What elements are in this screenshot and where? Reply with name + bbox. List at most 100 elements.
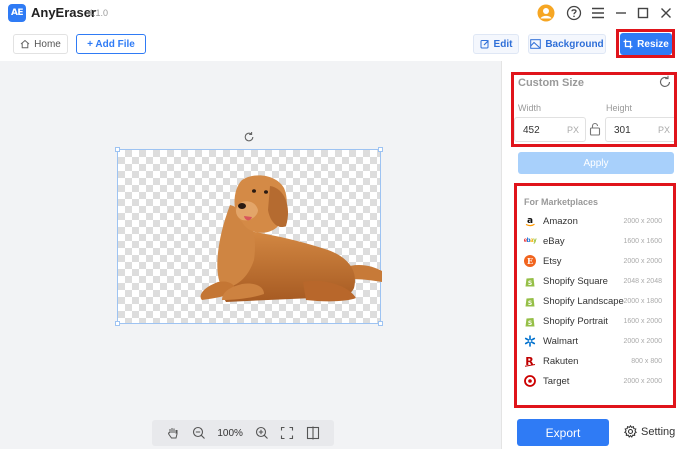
lock-icon[interactable] (589, 122, 601, 136)
marketplace-name: Rakuten (543, 355, 579, 367)
marketplace-name: Shopify Square (543, 275, 608, 287)
marketplace-item-shopify-square[interactable]: S Shopify Square 2048 x 2048 (524, 271, 662, 291)
resize-button-label: Resize (637, 38, 669, 50)
marketplace-size: 2000 x 2000 (623, 337, 662, 345)
ebay-icon: ebay (523, 238, 537, 244)
marketplace-item-etsy[interactable]: E Etsy 2000 x 2000 (524, 251, 662, 271)
walmart-icon (524, 335, 536, 347)
zoom-in-icon[interactable] (255, 426, 269, 440)
resize-panel: Custom Size Width Height 452 PX 301 PX A… (501, 61, 680, 449)
menu-icon[interactable] (589, 4, 607, 22)
target-icon (524, 375, 536, 387)
zoom-out-icon[interactable] (192, 426, 206, 440)
marketplace-item-shopify-portrait[interactable]: S Shopify Portrait 1600 x 2000 (524, 311, 662, 331)
marketplaces-title: For Marketplaces (524, 197, 599, 207)
marketplace-name: Target (543, 375, 570, 387)
marketplace-size: 1600 x 1600 (623, 237, 662, 245)
home-icon (20, 39, 30, 49)
edit-icon (480, 40, 489, 49)
marketplace-name: Shopify Landscape (543, 295, 624, 307)
export-button[interactable]: Export (517, 419, 609, 446)
reset-icon[interactable] (658, 75, 672, 89)
height-value: 301 (614, 125, 631, 136)
marketplace-name: Walmart (543, 335, 579, 347)
canvas-area (0, 61, 501, 411)
close-icon[interactable] (657, 4, 675, 22)
edit-button[interactable]: Edit (473, 34, 519, 54)
width-input[interactable]: 452 PX (514, 117, 586, 142)
custom-size-title: Custom Size (518, 77, 585, 89)
amazon-icon: a (524, 215, 536, 227)
height-label: Height (606, 103, 633, 113)
marketplaces-list: For Marketplaces a Amazon 2000 x 2000 eb… (514, 183, 676, 409)
setting-label: Setting (641, 425, 676, 438)
gear-icon (624, 425, 637, 438)
svg-text:a: a (527, 216, 533, 226)
background-icon (530, 39, 542, 49)
marketplace-item-target[interactable]: Target 2000 x 2000 (524, 371, 662, 391)
marketplace-size: 2000 x 2000 (623, 257, 662, 265)
apply-button[interactable]: Apply (518, 152, 674, 174)
marketplace-size: 2048 x 2048 (623, 277, 662, 285)
add-file-button[interactable]: + Add File (76, 34, 146, 54)
home-button-label: Home (34, 38, 61, 50)
svg-text:S: S (528, 320, 532, 327)
marketplace-name: Shopify Portrait (543, 315, 608, 327)
marketplace-name: Etsy (543, 255, 562, 267)
marketplace-name: Amazon (543, 215, 578, 227)
zoom-controls: 100% (152, 420, 334, 446)
compare-icon[interactable] (306, 426, 320, 440)
help-icon[interactable] (565, 4, 583, 22)
image-preview[interactable] (115, 147, 383, 326)
minimize-icon[interactable] (612, 4, 630, 22)
shopify-icon: S (524, 315, 536, 327)
resize-handle-bottom-right[interactable] (378, 321, 383, 326)
marketplace-item-rakuten[interactable]: R Rakuten 800 x 800 (524, 351, 662, 371)
add-file-button-label: + Add File (87, 38, 135, 50)
width-label: Width (518, 103, 542, 113)
marketplace-size: 2000 x 2000 (623, 217, 662, 225)
title-bar: AE AnyEraser 4.1.0 (0, 0, 680, 26)
canvas-bottom-bar: 100% (0, 411, 501, 449)
svg-text:S: S (528, 300, 532, 307)
background-button-label: Background (545, 38, 604, 50)
fit-screen-icon[interactable] (280, 426, 294, 440)
toolbar: Home + Add File Edit Background Resize (0, 28, 680, 60)
marketplace-size: 2000 x 2000 (623, 377, 662, 385)
resize-button[interactable]: Resize (620, 33, 672, 55)
svg-text:E: E (527, 256, 533, 266)
app-logo: AE (8, 4, 26, 22)
zoom-level: 100% (217, 427, 243, 439)
background-button[interactable]: Background (528, 34, 606, 54)
dog-image (200, 175, 382, 302)
marketplace-name: eBay (543, 235, 565, 247)
resize-handle-top-right[interactable] (378, 147, 383, 152)
resize-handle-top-left[interactable] (115, 147, 120, 152)
height-unit: PX (657, 125, 670, 135)
marketplace-size: 800 x 800 (631, 357, 662, 365)
marketplace-item-amazon[interactable]: a Amazon 2000 x 2000 (524, 211, 662, 231)
marketplace-size: 2000 x 1800 (623, 297, 662, 305)
setting-button[interactable]: Setting (624, 425, 675, 438)
shopify-icon: S (524, 275, 536, 287)
width-unit: PX (566, 125, 579, 135)
home-button[interactable]: Home (13, 34, 68, 54)
height-input[interactable]: 301 PX (605, 117, 677, 142)
hand-icon[interactable] (166, 426, 180, 440)
width-value: 452 (523, 125, 540, 136)
etsy-icon: E (524, 255, 536, 267)
crop-icon (623, 39, 633, 49)
resize-handle-bottom-left[interactable] (115, 321, 120, 326)
marketplace-size: 1600 x 2000 (623, 317, 662, 325)
rotate-icon[interactable] (243, 131, 255, 143)
app-version: 4.1.0 (88, 8, 109, 18)
svg-text:S: S (528, 280, 532, 287)
user-avatar-icon[interactable] (537, 4, 555, 22)
marketplace-item-shopify-landscape[interactable]: S Shopify Landscape 2000 x 1800 (524, 291, 662, 311)
maximize-icon[interactable] (634, 4, 652, 22)
app-name: AnyEraser (31, 5, 97, 20)
edit-button-label: Edit (493, 38, 513, 50)
rakuten-icon: R (524, 355, 536, 367)
marketplace-item-walmart[interactable]: Walmart 2000 x 2000 (524, 331, 662, 351)
marketplace-item-ebay[interactable]: ebay eBay 1600 x 1600 (524, 231, 662, 251)
